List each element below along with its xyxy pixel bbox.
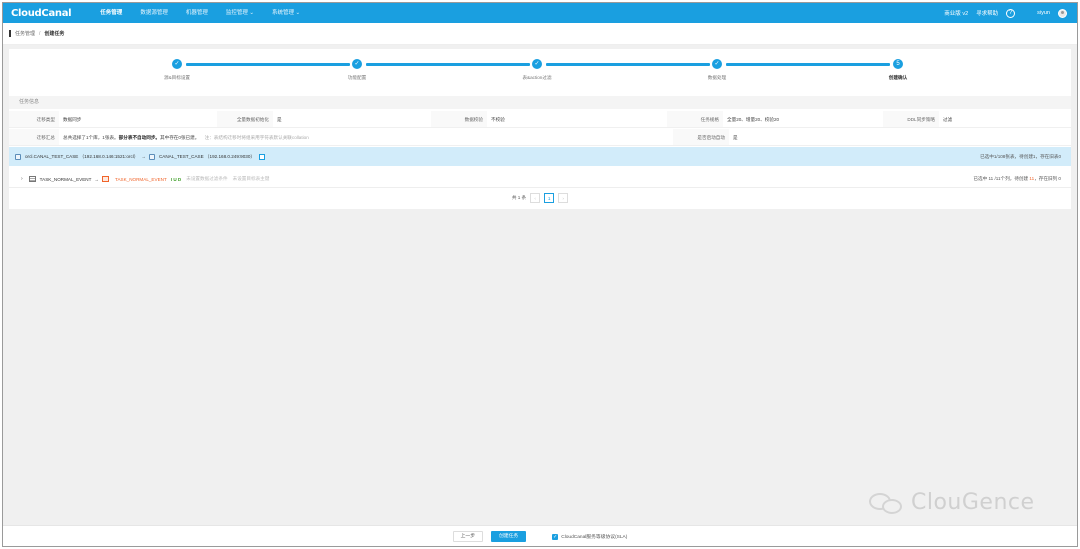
info-value: 不校验 [491, 117, 505, 122]
nav-task-management[interactable]: 任务管理 [91, 3, 131, 23]
info-label: 迁移类型 [9, 111, 59, 127]
nav-monitor-management[interactable]: 监控管理 ⌄ [217, 3, 263, 23]
top-right-area: 商业版 v2 寻求帮助 ? siyun [944, 8, 1067, 18]
table-icon [28, 176, 36, 182]
previous-step-button[interactable]: 上一步 [452, 531, 484, 542]
step-number-icon: 5 [893, 59, 903, 69]
sla-agreement[interactable]: ✓ CloudCanal服务等级协议(SLA) [552, 533, 627, 540]
info-row: 迁移类型 数据同步 全量数据初始化 是 数据校验 不校验 任务规格 全量20、增… [9, 111, 1071, 128]
summary-text: 总共选择了1个库，1张表。 [63, 135, 119, 140]
info-label: 全量数据初始化 [217, 111, 273, 127]
username[interactable]: siyun [1037, 10, 1050, 16]
column-summary: 已选中 11 /11个列，待创建 11，存在旧列 0 [973, 176, 1061, 182]
app-logo[interactable]: CloudCanal [11, 8, 72, 19]
main-nav: 任务管理 数据源管理 机器管理 监控管理 ⌄ 系统管理 ⌄ [91, 3, 309, 23]
table-row: › TASK_NORMAL_EVENT → TASK_NORMAL_EVENT … [9, 171, 1071, 188]
step-label: 源&目标设置 [163, 75, 191, 80]
source-datasource: orcl.CANAL_TEST_CASE （192.168.0.146:1521… [25, 153, 139, 159]
watermark-text: ClouGence [911, 490, 1035, 515]
database-icon [15, 153, 21, 160]
check-icon: ✓ [712, 59, 722, 69]
info-value: 是 [733, 135, 738, 140]
check-icon: ✓ [532, 59, 542, 69]
step-connector [726, 63, 890, 66]
chevron-right-icon[interactable]: › [21, 176, 23, 182]
step-label-current: 创建确认 [888, 75, 908, 80]
summary-text: 其中存在0张已建。 [160, 135, 200, 140]
arrow-right-icon: → [94, 176, 100, 182]
migration-summary: 总共选择了1个库，1张表。部分表不自动同步。其中存在0张已建。 注：表结构迁移时… [59, 129, 673, 145]
pagination: 共 1 条 ‹ 1 › [9, 191, 1071, 205]
edition-label: 商业版 v2 [944, 11, 969, 17]
nav-datasource-management[interactable]: 数据源管理 [131, 3, 177, 23]
prev-page-button[interactable]: ‹ [530, 193, 541, 203]
breadcrumb: 任务管理 / 创建任务 [3, 23, 1077, 45]
summary-bold-text: 部分表不自动同步。 [118, 135, 161, 140]
step-connector [546, 63, 710, 66]
step-label: 数据处理 [707, 75, 727, 80]
summary-hint: 注：表结构迁移时将组采用字符表默认关联collation [204, 135, 309, 140]
column-summary-text: 已选中 11 /11个列，待创建 [973, 176, 1030, 181]
edit-icon[interactable] [258, 153, 265, 160]
pagination-total: 共 1 条 [511, 195, 527, 200]
info-label: 是否启动自动 [673, 129, 729, 145]
app-window: CloudCanal 任务管理 数据源管理 机器管理 监控管理 ⌄ 系统管理 ⌄… [2, 2, 1078, 547]
filter-hint: 未设置数据过滤条件 [186, 176, 228, 181]
check-icon: ✓ [172, 59, 182, 69]
check-icon: ✓ [352, 59, 362, 69]
create-task-card: ✓ ✓ ✓ ✓ 5 源&目标设置 功能配置 表&action过滤 数据处理 创建… [9, 49, 1071, 209]
page-button[interactable]: 1 [544, 193, 555, 203]
breadcrumb-marker [9, 30, 11, 37]
breadcrumb-separator: / [39, 30, 41, 37]
wechat-icon [869, 491, 905, 515]
pk-hint: 未设置目标表主键 [232, 176, 270, 181]
action-badge: I U D [170, 176, 182, 182]
nav-system-management[interactable]: 系统管理 ⌄ [263, 3, 309, 23]
breadcrumb-item-create-task: 创建任务 [44, 31, 65, 37]
arrow-right-icon: → [141, 154, 146, 159]
step-progress: ✓ ✓ ✓ ✓ 5 源&目标设置 功能配置 表&action过滤 数据处理 创建… [9, 49, 1071, 95]
target-datasource: CANAL_TEST_CASE （192.168.0.249:9030） [158, 153, 255, 159]
help-link[interactable]: 寻求帮助 [976, 9, 998, 17]
info-value: 数据同步 [63, 117, 82, 122]
footer-bar: 上一步 创建任务 ✓ CloudCanal服务等级协议(SLA) [3, 525, 1077, 546]
step-connector [366, 63, 530, 66]
sla-agreement-label[interactable]: CloudCanal服务等级协议(SLA) [561, 533, 627, 540]
info-label: DDL同步策略 [883, 111, 939, 127]
question-icon[interactable]: ? [1006, 8, 1016, 18]
watermark: ClouGence [869, 490, 1035, 515]
database-icon [148, 153, 155, 160]
nav-machine-management[interactable]: 机器管理 [177, 3, 217, 23]
info-value: 是 [277, 117, 282, 122]
next-page-button[interactable]: › [558, 193, 569, 203]
step-label: 表&action过滤 [522, 75, 552, 80]
step-label: 功能配置 [347, 75, 367, 80]
route-summary: 已选中1/108张表，待创建1，存在旧表0 [980, 153, 1061, 159]
info-row: 迁移汇总 总共选择了1个库，1张表。部分表不自动同步。其中存在0张已建。 注：表… [9, 129, 1071, 146]
step-connector [186, 63, 350, 66]
top-nav-bar: CloudCanal 任务管理 数据源管理 机器管理 监控管理 ⌄ 系统管理 ⌄… [3, 3, 1077, 23]
create-task-button[interactable]: 创建任务 [491, 531, 527, 542]
avatar[interactable] [1058, 8, 1067, 18]
info-value: 全量20、增量20、校验20 [727, 117, 780, 122]
table-icon [102, 176, 110, 182]
info-label: 任务规格 [667, 111, 723, 127]
checkbox-checked-icon[interactable]: ✓ [552, 533, 559, 540]
source-table-name: TASK_NORMAL_EVENT [39, 176, 92, 182]
info-label: 迁移汇总 [9, 129, 59, 145]
section-title: 任务信息 [9, 96, 1071, 109]
info-label: 数据校验 [431, 111, 487, 127]
target-table-name: TASK_NORMAL_EVENT [115, 176, 167, 182]
breadcrumb-item-task-management[interactable]: 任务管理 [15, 30, 35, 37]
column-summary-text: ，存在旧列 0 [1034, 176, 1061, 181]
datasource-route: orcl.CANAL_TEST_CASE （192.168.0.146:1521… [9, 147, 1071, 166]
info-value: 过滤 [943, 117, 953, 122]
